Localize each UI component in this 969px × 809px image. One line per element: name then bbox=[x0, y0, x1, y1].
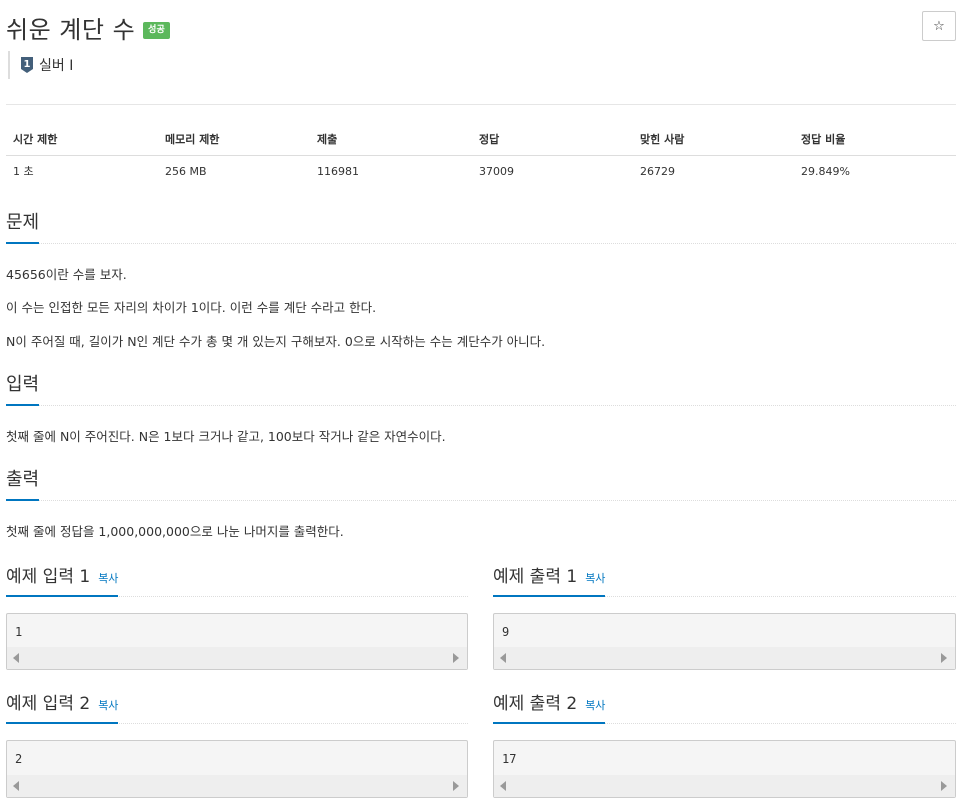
scroll-right-icon[interactable] bbox=[453, 781, 459, 791]
output-section-header: 출력 bbox=[6, 465, 956, 501]
copy-sample-input-2-button[interactable]: 복사 bbox=[98, 697, 118, 713]
accept-ratio-value: 29.849% bbox=[801, 164, 850, 178]
sample-output-1-value: 9 bbox=[502, 625, 510, 639]
sample-output-2-title: 예제 출력 2 bbox=[493, 694, 578, 714]
output-heading: 출력 bbox=[6, 465, 40, 501]
sample-output-1-box[interactable]: 9 bbox=[493, 613, 956, 670]
sample-input-1-box[interactable]: 1 bbox=[6, 613, 468, 670]
tier-info: 1 실버 I bbox=[8, 51, 73, 79]
scroll-right-icon[interactable] bbox=[941, 781, 947, 791]
sample-output-2-box[interactable]: 17 bbox=[493, 740, 956, 798]
problem-heading: 문제 bbox=[6, 208, 40, 244]
sample-output-1-title: 예제 출력 1 bbox=[493, 567, 578, 587]
copy-sample-input-1-button[interactable]: 복사 bbox=[98, 570, 118, 586]
header-time-limit: 시간 제한 bbox=[6, 124, 158, 156]
problem-text-2: 이 수는 인접한 모든 자리의 차이가 1이다. 이런 수를 계단 수라고 한다… bbox=[6, 300, 377, 315]
divider bbox=[6, 104, 956, 105]
sample-input-2-title: 예제 입력 2 bbox=[6, 694, 91, 714]
scroll-left-icon[interactable] bbox=[13, 653, 19, 663]
title-row: 쉬운 계단 수 성공 bbox=[6, 10, 170, 45]
sample-input-1-header: 예제 입력 1 복사 bbox=[6, 562, 468, 597]
memory-limit-value: 256 MB bbox=[165, 164, 207, 178]
copy-sample-output-1-button[interactable]: 복사 bbox=[585, 570, 605, 586]
header-submissions: 제출 bbox=[310, 124, 472, 156]
favorite-button[interactable]: ☆ bbox=[922, 11, 956, 41]
problem-text-1: 45656이란 수를 보자. bbox=[6, 267, 127, 282]
tier-label[interactable]: 실버 I bbox=[39, 55, 73, 75]
sample-output-1-header: 예제 출력 1 복사 bbox=[493, 562, 956, 597]
page-title: 쉬운 계단 수 bbox=[6, 16, 136, 44]
scroll-left-icon[interactable] bbox=[500, 781, 506, 791]
input-section-header: 입력 bbox=[6, 370, 956, 406]
sample-input-2-value: 2 bbox=[15, 752, 23, 766]
scroll-left-icon[interactable] bbox=[13, 781, 19, 791]
svg-text:1: 1 bbox=[24, 59, 31, 70]
header-accept-ratio: 정답 비율 bbox=[794, 124, 956, 156]
submissions-value[interactable]: 116981 bbox=[310, 156, 472, 188]
scroll-left-icon[interactable] bbox=[500, 653, 506, 663]
input-heading: 입력 bbox=[6, 370, 40, 406]
status-badge: 성공 bbox=[143, 22, 170, 39]
table-header-row: 시간 제한 메모리 제한 제출 정답 맞힌 사람 정답 비율 bbox=[6, 124, 956, 156]
star-icon: ☆ bbox=[933, 18, 945, 34]
sample-output-2-value: 17 bbox=[502, 752, 517, 766]
silver-tier-1-icon: 1 bbox=[20, 56, 34, 74]
horizontal-scrollbar[interactable] bbox=[7, 647, 467, 669]
header-memory-limit: 메모리 제한 bbox=[158, 124, 310, 156]
problem-info-table: 시간 제한 메모리 제한 제출 정답 맞힌 사람 정답 비율 1 초 256 M… bbox=[6, 124, 956, 187]
header-solved-users: 맞힌 사람 bbox=[633, 124, 794, 156]
problem-section-header: 문제 bbox=[6, 208, 956, 244]
sample-input-2-box[interactable]: 2 bbox=[6, 740, 468, 798]
horizontal-scrollbar[interactable] bbox=[7, 775, 467, 797]
scroll-right-icon[interactable] bbox=[453, 653, 459, 663]
sample-input-1-title: 예제 입력 1 bbox=[6, 567, 91, 587]
horizontal-scrollbar[interactable] bbox=[494, 647, 955, 669]
sample-output-2-header: 예제 출력 2 복사 bbox=[493, 689, 956, 724]
output-text: 첫째 줄에 정답을 1,000,000,000으로 나눈 나머지를 출력한다. bbox=[6, 524, 344, 539]
input-text: 첫째 줄에 N이 주어진다. N은 1보다 크거나 같고, 100보다 작거나 … bbox=[6, 429, 446, 444]
header-accepted: 정답 bbox=[472, 124, 633, 156]
copy-sample-output-2-button[interactable]: 복사 bbox=[585, 697, 605, 713]
scroll-right-icon[interactable] bbox=[941, 653, 947, 663]
time-limit-value: 1 초 bbox=[13, 165, 34, 178]
horizontal-scrollbar[interactable] bbox=[494, 775, 955, 797]
sample-input-2-header: 예제 입력 2 복사 bbox=[6, 689, 468, 724]
problem-text-3: N이 주어질 때, 길이가 N인 계단 수가 총 몇 개 있는지 구해보자. 0… bbox=[6, 334, 546, 349]
table-row: 1 초 256 MB 116981 37009 26729 29.849% bbox=[6, 156, 956, 188]
sample-input-1-value: 1 bbox=[15, 625, 23, 639]
solved-users-value[interactable]: 26729 bbox=[633, 156, 794, 188]
accepted-value[interactable]: 37009 bbox=[472, 156, 633, 188]
